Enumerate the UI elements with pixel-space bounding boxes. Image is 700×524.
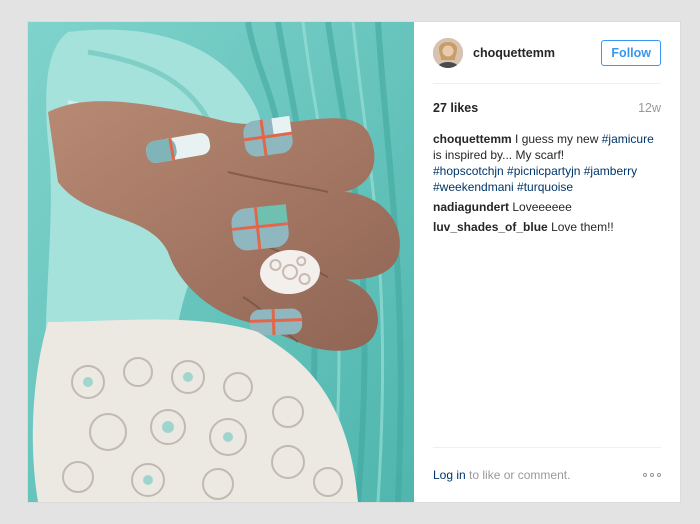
list-item: nadiagundert Loveeeeee — [433, 199, 661, 215]
post-header: choquettemm Follow — [433, 22, 661, 84]
dot-icon — [657, 473, 661, 477]
post-card: choquettemm Follow 27 likes 12w choquett… — [27, 21, 681, 503]
more-options-icon[interactable] — [643, 469, 661, 481]
caption-username[interactable]: choquettemm — [433, 132, 512, 146]
post-age[interactable]: 12w — [638, 101, 661, 115]
dot-icon — [650, 473, 654, 477]
caption: choquettemm I guess my new #jamicure is … — [433, 131, 661, 195]
comments-list: choquettemm I guess my new #jamicure is … — [433, 131, 661, 239]
avatar[interactable] — [433, 37, 463, 68]
caption-text-after: is inspired by... My scarf! — [433, 148, 565, 162]
post-stats: 27 likes 12w — [433, 101, 661, 115]
dot-icon — [643, 473, 647, 477]
list-item: luv_shades_of_blue Love them!! — [433, 219, 661, 235]
follow-button[interactable]: Follow — [601, 39, 661, 66]
caption-hashtag[interactable]: #jamicure — [602, 132, 654, 146]
likes-count[interactable]: 27 likes — [433, 101, 478, 115]
post-sidebar: choquettemm Follow 27 likes 12w choquett… — [414, 22, 680, 502]
comment-text: Love them!! — [551, 220, 614, 234]
comment-text: Loveeeeee — [512, 200, 572, 214]
comment-username[interactable]: luv_shades_of_blue — [433, 220, 548, 234]
comment-username[interactable]: nadiagundert — [433, 200, 509, 214]
caption-text-before: I guess my new — [515, 132, 599, 146]
login-prompt: Log in to like or comment. — [433, 468, 570, 482]
post-footer: Log in to like or comment. — [433, 447, 661, 502]
caption-hashtags-line1[interactable]: #hopscotchjn #picnicpartyjn #jamberry — [433, 164, 637, 178]
caption-hashtags-line2[interactable]: #weekendmani #turquoise — [433, 180, 573, 194]
post-username[interactable]: choquettemm — [473, 46, 601, 60]
login-link[interactable]: Log in — [433, 468, 466, 482]
nail-art-photo — [28, 22, 414, 502]
login-suffix: to like or comment. — [469, 468, 571, 482]
avatar-image — [433, 37, 463, 68]
post-photo[interactable] — [28, 22, 414, 502]
